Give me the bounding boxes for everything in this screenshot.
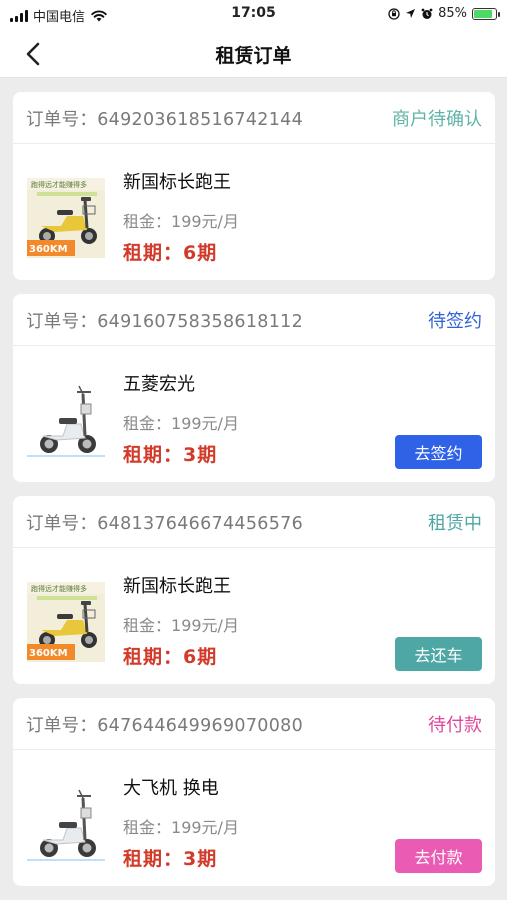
order-card[interactable]: 订单号：649160758358618112 待签约 五菱宏光 租金：199元/… [13, 294, 495, 482]
order-header: 订单号：647644649969070080 待付款 [13, 698, 495, 750]
back-button[interactable] [18, 38, 50, 70]
order-action-button[interactable]: 去签约 [395, 435, 482, 469]
chevron-left-icon [26, 42, 40, 66]
rent-label: 租金： [123, 818, 172, 837]
order-number-label: 订单号： [26, 514, 98, 534]
product-rent: 租金：199元/月 [123, 208, 239, 232]
order-body[interactable]: 大飞机 换电 租金：199元/月 租期：3期 去付款 [13, 750, 495, 886]
order-header: 订单号：649203618516742144 商户待确认 [13, 92, 495, 144]
period-value: 3期 [183, 848, 218, 870]
alarm-icon [421, 8, 433, 19]
order-header: 订单号：649160758358618112 待签约 [13, 294, 495, 346]
product-name: 五菱宏光 [123, 374, 195, 395]
product-name: 新国标长跑王 [123, 172, 231, 193]
status-right: 85% [388, 6, 500, 21]
period-label: 租期： [123, 646, 184, 668]
order-number-label: 订单号： [26, 716, 98, 736]
rent-label: 租金： [123, 212, 172, 231]
battery-percent: 85% [438, 6, 467, 21]
order-number-value: 649203618516742144 [97, 110, 304, 130]
yellow-scooter-image: 跑得远才能赚得多 360KM [27, 582, 105, 662]
period-label: 租期： [123, 242, 184, 264]
period-label: 租期： [123, 848, 184, 870]
product-rent: 租金：199元/月 [123, 814, 239, 838]
product-period: 租期：6期 [123, 642, 217, 669]
product-name: 大飞机 换电 [123, 778, 219, 799]
order-action-button[interactable]: 去还车 [395, 637, 482, 671]
status-bar: 中国电信 17:05 85% [0, 0, 507, 30]
product-period: 租期：3期 [123, 440, 217, 467]
nav-header: 租赁订单 [0, 30, 507, 78]
order-card[interactable]: 订单号：647644649969070080 待付款 大飞机 换电 租金：199… [13, 698, 495, 886]
order-number-label: 订单号： [26, 110, 98, 130]
order-status: 待付款 [428, 715, 482, 736]
order-status: 租赁中 [428, 513, 482, 534]
svg-text:360KM: 360KM [29, 244, 68, 255]
order-body[interactable]: 跑得远才能赚得多 360KM 新国标长跑王 租金：199元/月 租期：6期 [13, 144, 495, 280]
rent-label: 租金： [123, 414, 172, 433]
period-label: 租期： [123, 444, 184, 466]
product-period: 租期：3期 [123, 844, 217, 871]
rent-value: 199元/月 [171, 818, 239, 837]
order-number-value: 648137646674456576 [97, 514, 304, 534]
order-number: 订单号：647644649969070080 [26, 712, 303, 737]
order-body[interactable]: 跑得远才能赚得多 360KM 新国标长跑王 租金：199元/月 租期：6期 去还… [13, 548, 495, 684]
order-number-value: 649160758358618112 [97, 312, 304, 332]
order-card[interactable]: 订单号：649203618516742144 商户待确认 跑得远才能赚得多 36… [13, 92, 495, 280]
order-number: 订单号：649160758358618112 [26, 308, 303, 333]
location-icon [406, 9, 416, 18]
order-card[interactable]: 订单号：648137646674456576 租赁中 跑得远才能赚得多 360K… [13, 496, 495, 684]
period-value: 3期 [183, 444, 218, 466]
rent-label: 租金： [123, 616, 172, 635]
order-number-value: 647644649969070080 [97, 716, 304, 736]
rent-value: 199元/月 [171, 414, 239, 433]
svg-text:跑得远才能赚得多: 跑得远才能赚得多 [31, 180, 87, 189]
screen-lock-icon [388, 7, 400, 20]
yellow-scooter-image: 跑得远才能赚得多 360KM [27, 178, 105, 258]
svg-text:360KM: 360KM [29, 648, 68, 659]
svg-text:跑得远才能赚得多: 跑得远才能赚得多 [31, 584, 87, 593]
white-scooter-image [27, 380, 105, 460]
order-action-button[interactable]: 去付款 [395, 839, 482, 873]
rent-value: 199元/月 [171, 616, 239, 635]
page-title: 租赁订单 [215, 45, 292, 67]
order-body[interactable]: 五菱宏光 租金：199元/月 租期：3期 去签约 [13, 346, 495, 482]
order-header: 订单号：648137646674456576 租赁中 [13, 496, 495, 548]
product-name: 新国标长跑王 [123, 576, 231, 597]
order-number: 订单号：648137646674456576 [26, 510, 303, 535]
rent-value: 199元/月 [171, 212, 239, 231]
period-value: 6期 [183, 242, 218, 264]
white-scooter-image [27, 784, 105, 864]
product-period: 租期：6期 [123, 238, 217, 265]
order-number-label: 订单号： [26, 312, 98, 332]
order-status: 商户待确认 [392, 109, 482, 130]
order-number: 订单号：649203618516742144 [26, 106, 303, 131]
period-value: 6期 [183, 646, 218, 668]
order-status: 待签约 [428, 311, 482, 332]
product-rent: 租金：199元/月 [123, 612, 239, 636]
order-list: 订单号：649203618516742144 商户待确认 跑得远才能赚得多 36… [13, 92, 495, 900]
product-rent: 租金：199元/月 [123, 410, 239, 434]
battery-icon [472, 7, 500, 20]
